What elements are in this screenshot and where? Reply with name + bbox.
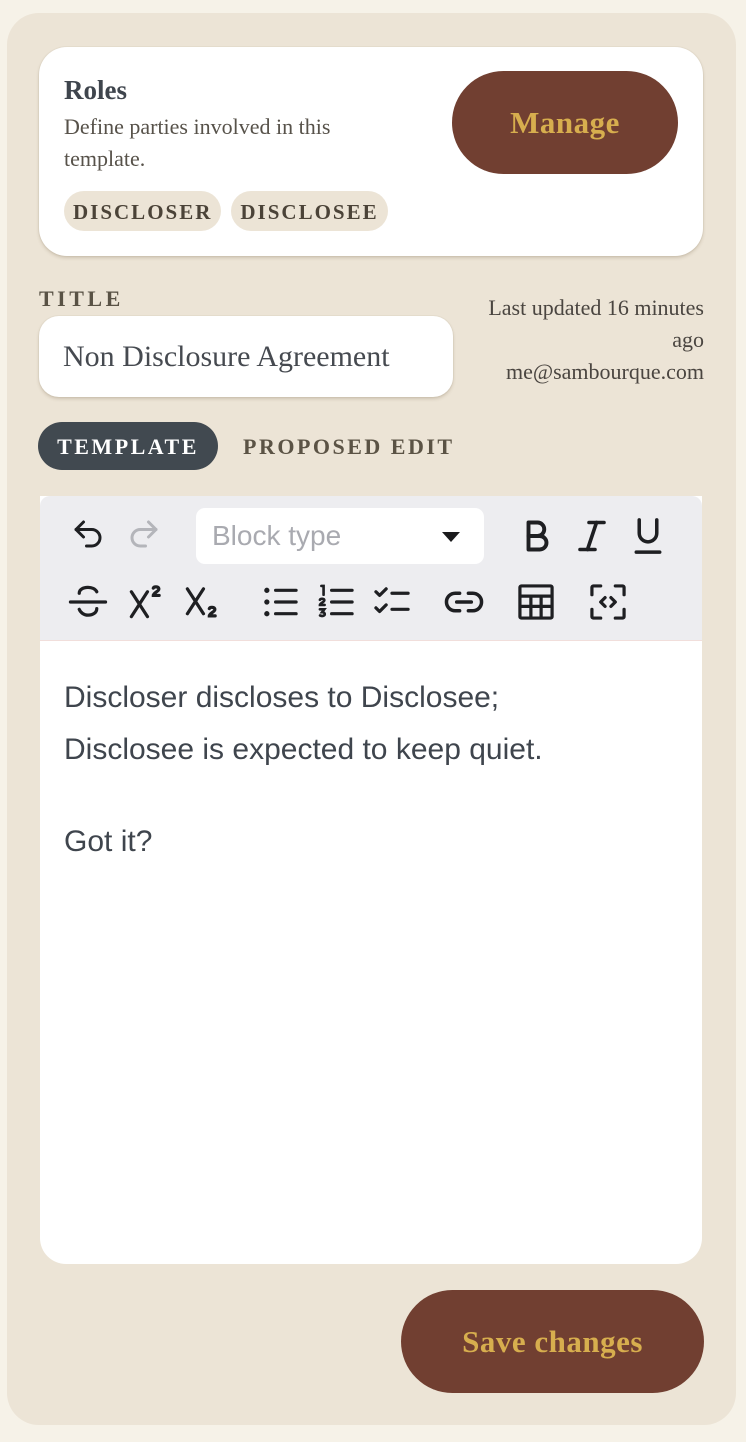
table-icon[interactable] bbox=[514, 580, 558, 624]
italic-icon[interactable] bbox=[572, 514, 612, 558]
block-type-placeholder: Block type bbox=[212, 520, 342, 551]
manage-roles-button[interactable]: Manage bbox=[452, 71, 678, 174]
underline-icon[interactable] bbox=[628, 514, 668, 558]
roles-card: Roles Define parties involved in this te… bbox=[39, 47, 703, 256]
roles-title: Roles bbox=[64, 75, 127, 105]
role-chip-discloser: DISCLOSER bbox=[64, 191, 222, 231]
roles-description: Define parties involved in this template… bbox=[64, 114, 331, 171]
rich-text-editor: Block type Discloser discloses to Disclo… bbox=[40, 496, 702, 1264]
tab-template[interactable]: TEMPLATE bbox=[38, 422, 218, 470]
tab-proposed-edit[interactable]: PROPOSED EDIT bbox=[243, 422, 455, 470]
save-changes-button[interactable]: Save changes bbox=[401, 1290, 704, 1393]
author-email: me@sambourque.com bbox=[505, 359, 704, 384]
chevron-down-icon bbox=[442, 532, 460, 542]
strikethrough-icon[interactable] bbox=[66, 580, 110, 624]
last-updated-text: Last updated 16 minutes ago bbox=[488, 295, 704, 352]
update-meta: Last updated 16 minutes ago me@sambourqu… bbox=[454, 292, 704, 388]
editor-line: Got it? bbox=[64, 825, 153, 858]
bulleted-list-icon[interactable] bbox=[258, 580, 302, 624]
editor-line: Discloser discloses to Disclosee; bbox=[64, 681, 500, 714]
title-input[interactable] bbox=[39, 316, 453, 397]
role-chips: DISCLOSER DISCLOSEE bbox=[64, 191, 388, 231]
role-chip-disclosee: DISCLOSEE bbox=[231, 191, 388, 231]
editor-line: Disclosee is expected to keep quiet. bbox=[64, 733, 543, 766]
code-block-icon[interactable] bbox=[586, 580, 630, 624]
undo-icon[interactable] bbox=[68, 514, 108, 554]
superscript-icon[interactable] bbox=[124, 580, 168, 624]
checklist-icon[interactable] bbox=[370, 580, 414, 624]
editor-toolbar: Block type bbox=[40, 496, 702, 641]
redo-icon[interactable] bbox=[124, 514, 164, 554]
link-icon[interactable] bbox=[440, 580, 488, 624]
title-label: TITLE bbox=[39, 286, 124, 311]
bold-icon[interactable] bbox=[516, 514, 556, 558]
subscript-icon[interactable] bbox=[180, 580, 224, 624]
numbered-list-icon[interactable] bbox=[314, 580, 358, 624]
block-type-select[interactable]: Block type bbox=[196, 508, 484, 564]
editor-content[interactable]: Discloser discloses to Disclosee; Disclo… bbox=[64, 672, 684, 868]
